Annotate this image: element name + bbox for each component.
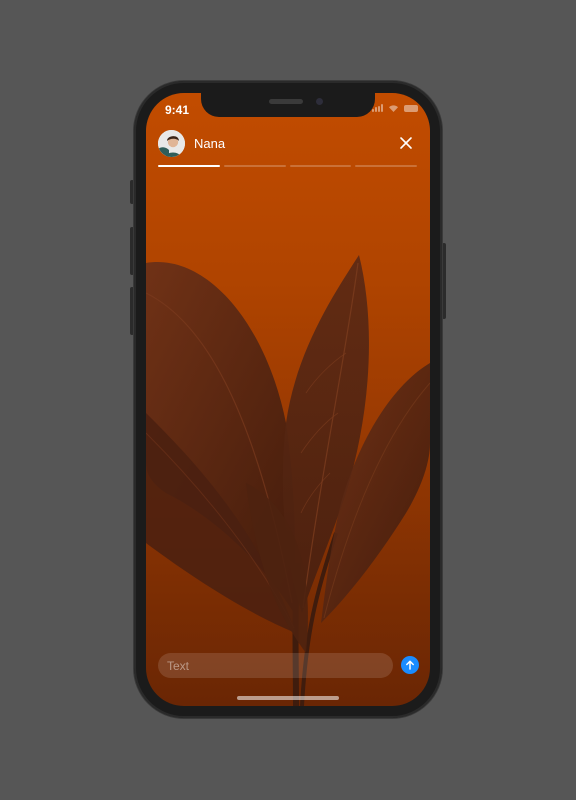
progress-segment xyxy=(355,165,417,167)
power-button xyxy=(442,243,446,319)
reply-text-input[interactable] xyxy=(158,653,393,678)
earpiece-speaker xyxy=(269,99,303,104)
status-icons xyxy=(372,104,418,112)
avatar-photo xyxy=(158,130,185,157)
front-camera xyxy=(316,98,323,105)
close-story-button[interactable] xyxy=(398,135,414,151)
progress-segment xyxy=(158,165,220,167)
canvas: 9:41 Nana xyxy=(0,0,576,800)
story-screen[interactable] xyxy=(146,93,430,706)
wifi-icon xyxy=(389,105,398,112)
progress-segment-fill xyxy=(158,165,220,167)
status-time: 9:41 xyxy=(165,103,190,117)
close-icon xyxy=(400,137,412,149)
progress-segment xyxy=(223,165,286,167)
arrow-up-icon xyxy=(406,660,414,670)
send-button[interactable] xyxy=(401,656,419,674)
home-indicator[interactable] xyxy=(237,696,339,700)
story-image-leaves xyxy=(146,255,430,706)
progress-segment xyxy=(289,165,352,167)
notch xyxy=(201,93,375,117)
user-avatar[interactable] xyxy=(158,130,185,157)
cellular-signal-icon xyxy=(372,104,383,112)
battery-icon xyxy=(404,104,418,112)
story-progress-bar xyxy=(158,165,417,167)
story-user-name: Nana xyxy=(194,136,226,151)
